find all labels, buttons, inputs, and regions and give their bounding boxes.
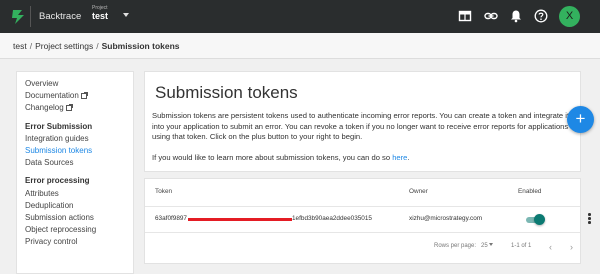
learn-more-link[interactable]: here <box>392 153 407 162</box>
breadcrumb-separator: / <box>29 41 33 51</box>
previous-page-icon[interactable]: ‹ <box>549 243 552 252</box>
rows-per-page-label: Rows per page: <box>434 243 477 249</box>
breadcrumb-project[interactable]: test <box>13 41 27 51</box>
breadcrumb-project-settings[interactable]: Project settings <box>35 41 93 51</box>
token-value-suffix: 1efbd3b90aea2ddee035015 <box>292 215 372 222</box>
sidebar-item-attributes[interactable]: Attributes <box>25 188 133 200</box>
sidebar-item-deduplication[interactable]: Deduplication <box>25 200 133 212</box>
project-selector[interactable]: Project test <box>92 5 108 21</box>
sidebar-item-object-reprocessing[interactable]: Object reprocessing <box>25 224 133 236</box>
sidebar-item-submission-actions[interactable]: Submission actions <box>25 212 133 224</box>
token-value-prefix: 63af0f9897 <box>155 215 187 222</box>
sidebar-heading-error-processing: Error processing <box>25 176 90 186</box>
sidebar-item-label: Overview <box>25 79 59 88</box>
header-divider <box>30 6 31 27</box>
breadcrumb: test / Project settings / Submission tokens <box>0 33 600 59</box>
bell-icon[interactable] <box>509 9 523 23</box>
token-redaction-mark <box>188 218 292 221</box>
pagination-range: 1-1 of 1 <box>511 243 532 249</box>
tokens-table: Token Owner Enabled 63af0f9897 1efbd3b90… <box>144 178 581 264</box>
table-divider <box>145 206 580 207</box>
help-icon[interactable] <box>534 9 548 23</box>
brand-name: Backtrace <box>39 11 82 22</box>
sidebar-item-label: Documentation <box>25 91 79 101</box>
external-link-icon <box>65 104 73 112</box>
sidebar-item-privacy-control[interactable]: Privacy control <box>25 236 133 248</box>
chevron-down-icon[interactable] <box>123 13 129 17</box>
external-link-icon <box>80 92 88 100</box>
add-token-button[interactable]: + <box>567 106 594 133</box>
sidebar-item-label: Changelog <box>25 103 64 113</box>
token-owner: xizhu@microstrategy.com <box>409 215 483 222</box>
top-bar: Backtrace Project test X <box>0 0 600 33</box>
page-description: Submission tokens are persistent tokens … <box>152 111 570 142</box>
chevron-down-icon <box>488 243 493 246</box>
backtrace-logo-icon[interactable] <box>10 8 28 26</box>
breadcrumb-current: Submission tokens <box>101 41 180 51</box>
sidebar-item-changelog[interactable]: Changelog <box>25 102 133 114</box>
column-header-enabled[interactable]: Enabled <box>518 188 541 195</box>
sidebar-item-documentation[interactable]: Documentation <box>25 90 133 102</box>
dashboard-icon[interactable] <box>458 9 472 23</box>
sidebar-item-submission-tokens[interactable]: Submission tokens <box>25 145 133 157</box>
user-avatar[interactable]: X <box>559 6 580 27</box>
learn-more-suffix: . <box>407 153 410 162</box>
breadcrumb-separator: / <box>96 41 99 51</box>
sidebar-item-data-sources[interactable]: Data Sources <box>25 157 133 169</box>
row-more-menu-icon[interactable] <box>588 213 591 225</box>
project-name: test <box>92 11 109 21</box>
toggle-knob <box>534 214 545 225</box>
settings-sidebar: Overview Documentation Changelog Error S… <box>16 71 134 274</box>
sidebar-item-integration-guides[interactable]: Integration guides <box>25 133 133 145</box>
page-title: Submission tokens <box>155 83 298 102</box>
column-header-owner[interactable]: Owner <box>409 188 428 195</box>
table-divider <box>145 232 580 233</box>
sidebar-heading-error-submission: Error Submission <box>25 121 93 131</box>
submission-tokens-intro-card: Submission tokens Submission tokens are … <box>144 71 581 172</box>
link-icon[interactable] <box>484 9 498 23</box>
learn-more-prefix: If you would like to learn more about su… <box>152 153 393 162</box>
rows-per-page-value: 25 <box>481 243 488 249</box>
next-page-icon[interactable]: › <box>570 243 573 252</box>
column-header-token[interactable]: Token <box>155 188 172 195</box>
rows-per-page-select[interactable]: 25 <box>481 243 493 249</box>
sidebar-item-overview[interactable]: Overview <box>25 78 133 90</box>
learn-more-text: If you would like to learn more about su… <box>152 153 410 162</box>
